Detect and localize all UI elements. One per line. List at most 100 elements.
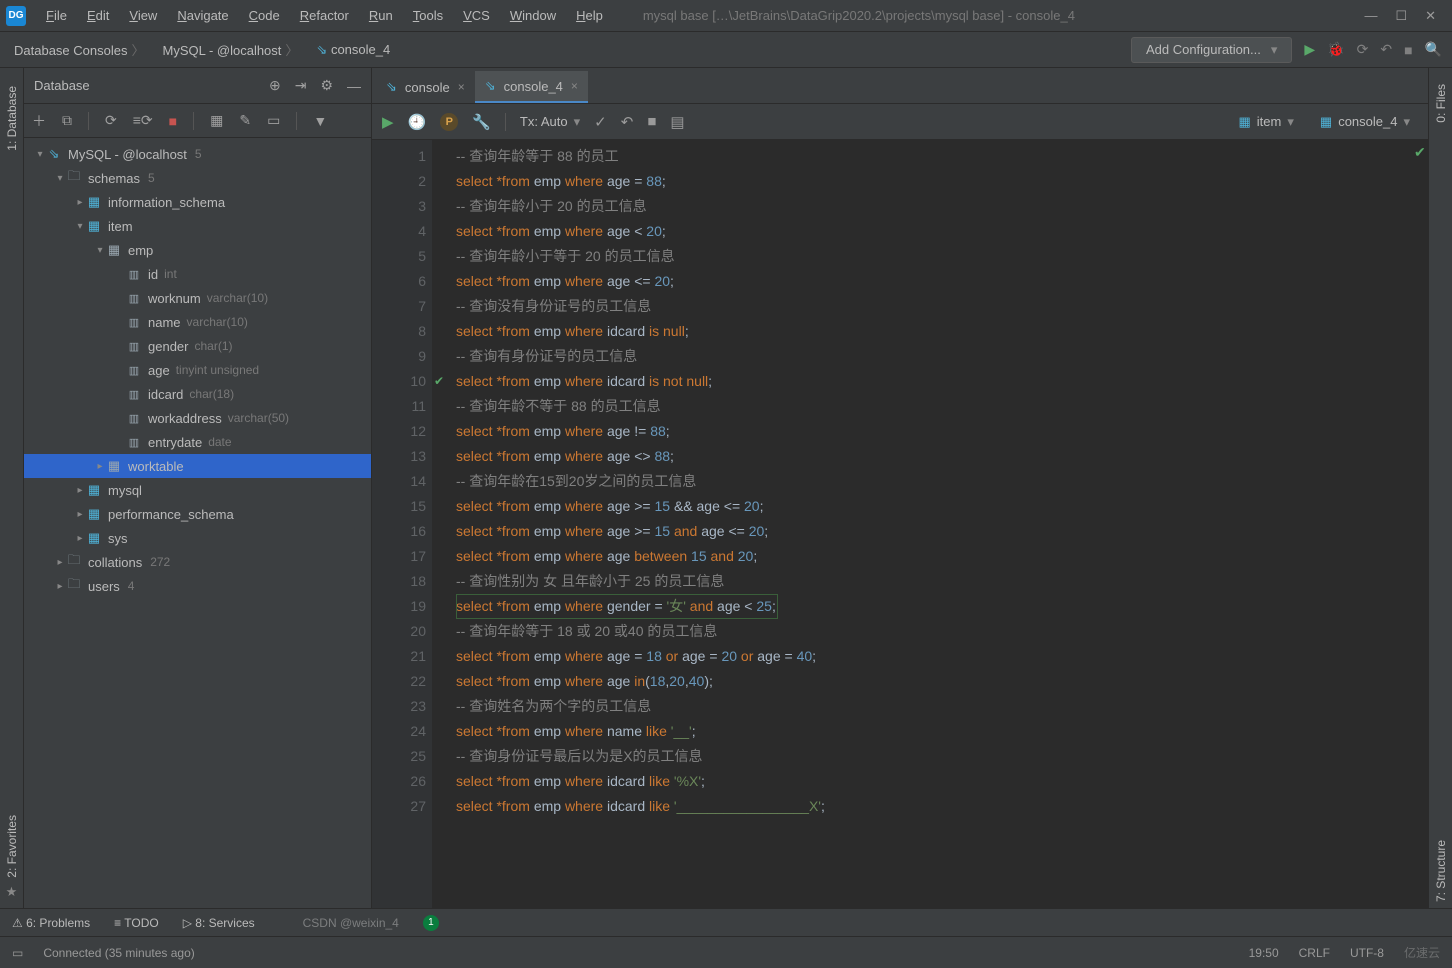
menu-tools[interactable]: Tools bbox=[403, 4, 453, 27]
code-line-13[interactable]: select *from emp where age <> 88; bbox=[456, 444, 1428, 469]
tree-node-name[interactable]: ▥namevarchar(10) bbox=[24, 310, 371, 334]
ddl-icon[interactable]: ▭ bbox=[267, 112, 280, 129]
code-line-20[interactable]: -- 查询年龄等于 18 或 20 或40 的员工信息 bbox=[456, 619, 1428, 644]
sync-icon[interactable]: ≡⟳ bbox=[133, 112, 153, 129]
hide-panel-icon[interactable]: — bbox=[347, 78, 361, 94]
update-icon[interactable]: ⟳ bbox=[1357, 41, 1369, 58]
commit-icon[interactable]: ✓ bbox=[594, 113, 607, 131]
tree-node-performance-schema[interactable]: ▸▦performance_schema bbox=[24, 502, 371, 526]
layout-icon[interactable]: ▤ bbox=[670, 113, 684, 131]
menu-run[interactable]: Run bbox=[359, 4, 403, 27]
close-icon[interactable]: ✕ bbox=[1425, 8, 1436, 24]
rollback-icon[interactable]: ↶ bbox=[1380, 41, 1392, 58]
todo-tab[interactable]: ≡ TODO bbox=[114, 916, 159, 930]
breadcrumb[interactable]: Database Consoles bbox=[10, 38, 152, 61]
menu-navigate[interactable]: Navigate bbox=[167, 4, 238, 27]
minimize-icon[interactable]: — bbox=[1364, 8, 1377, 24]
tab-close-icon[interactable]: × bbox=[571, 79, 578, 93]
tab-close-icon[interactable]: × bbox=[458, 80, 465, 94]
menu-view[interactable]: View bbox=[119, 4, 167, 27]
line-ending[interactable]: CRLF bbox=[1299, 946, 1330, 960]
search-icon[interactable]: 🔍 bbox=[1425, 41, 1442, 58]
tree-node-collations[interactable]: ▸🗀collations272 bbox=[24, 550, 371, 574]
tree-node-entrydate[interactable]: ▥entrydatedate bbox=[24, 430, 371, 454]
new-icon[interactable]: ＋ bbox=[32, 111, 46, 131]
code-line-24[interactable]: select *from emp where name like '__'; bbox=[456, 719, 1428, 744]
code-line-18[interactable]: -- 查询性别为 女 且年龄小于 25 的员工信息 bbox=[456, 569, 1428, 594]
tree-node-schemas[interactable]: ▾🗀schemas5 bbox=[24, 166, 371, 190]
code-line-1[interactable]: -- 查询年龄等于 88 的员工 bbox=[456, 144, 1428, 169]
menu-vcs[interactable]: VCS bbox=[453, 4, 500, 27]
table-view-icon[interactable]: ▦ bbox=[210, 112, 223, 129]
menu-window[interactable]: Window bbox=[500, 4, 566, 27]
tree-node-information-schema[interactable]: ▸▦information_schema bbox=[24, 190, 371, 214]
breadcrumb[interactable]: MySQL - @localhost bbox=[158, 38, 306, 61]
bug-icon[interactable]: 🐞 bbox=[1327, 41, 1344, 58]
tree-node-worknum[interactable]: ▥worknumvarchar(10) bbox=[24, 286, 371, 310]
code-line-15[interactable]: select *from emp where age >= 15 && age … bbox=[456, 494, 1428, 519]
tree-node-age[interactable]: ▥agetinyint unsigned bbox=[24, 358, 371, 382]
code-line-23[interactable]: -- 查询姓名为两个字的员工信息 bbox=[456, 694, 1428, 719]
code-line-9[interactable]: -- 查询有身份证号的员工信息 bbox=[456, 344, 1428, 369]
code-line-19[interactable]: select *from emp where gender = '女' and … bbox=[456, 594, 778, 619]
tx-mode-dropdown[interactable]: Tx: Auto ▾ bbox=[520, 114, 580, 130]
menu-file[interactable]: File bbox=[36, 4, 77, 27]
tree-node-sys[interactable]: ▸▦sys bbox=[24, 526, 371, 550]
menu-refactor[interactable]: Refactor bbox=[290, 4, 359, 27]
code-editor[interactable]: 12345678910✔1112131415161718192021222324… bbox=[372, 140, 1428, 908]
tree-node-worktable[interactable]: ▸▦worktable bbox=[24, 454, 371, 478]
breadcrumb[interactable]: ⇘ console_4 bbox=[312, 40, 394, 60]
sidebar-tab-database[interactable]: 1: Database bbox=[5, 80, 19, 157]
menu-help[interactable]: Help bbox=[566, 4, 613, 27]
stop-icon[interactable]: ■ bbox=[1404, 42, 1412, 58]
refresh-icon[interactable]: ⟳ bbox=[105, 112, 117, 129]
code-line-11[interactable]: -- 查询年龄不等于 88 的员工信息 bbox=[456, 394, 1428, 419]
tree-node-mysql[interactable]: ▸▦mysql bbox=[24, 478, 371, 502]
tree-node-emp[interactable]: ▾▦emp bbox=[24, 238, 371, 262]
code-line-14[interactable]: -- 查询年龄在15到20岁之间的员工信息 bbox=[456, 469, 1428, 494]
tab-console-4[interactable]: ⇘console_4× bbox=[475, 71, 588, 103]
tree-node-workaddress[interactable]: ▥workaddressvarchar(50) bbox=[24, 406, 371, 430]
run-icon[interactable]: ▶ bbox=[1304, 41, 1315, 58]
tree-node-idcard[interactable]: ▥idcardchar(18) bbox=[24, 382, 371, 406]
code-line-17[interactable]: select *from emp where age between 15 an… bbox=[456, 544, 1428, 569]
code-line-3[interactable]: -- 查询年龄小于 20 的员工信息 bbox=[456, 194, 1428, 219]
rollback-icon[interactable]: ↶ bbox=[621, 113, 634, 131]
services-tab[interactable]: ▷ 8: Services bbox=[183, 916, 255, 930]
add-configuration-button[interactable]: Add Configuration...▾ bbox=[1131, 37, 1292, 63]
code-line-5[interactable]: -- 查询年龄小于等于 20 的员工信息 bbox=[456, 244, 1428, 269]
problems-tab[interactable]: ⚠ 6: Problems bbox=[12, 916, 90, 930]
code-line-10[interactable]: select *from emp where idcard is not nul… bbox=[456, 369, 1428, 394]
menu-code[interactable]: Code bbox=[239, 4, 290, 27]
code-line-21[interactable]: select *from emp where age = 18 or age =… bbox=[456, 644, 1428, 669]
scroll-from-source-icon[interactable]: ⊕ bbox=[269, 77, 281, 94]
edit-icon[interactable]: ✎ bbox=[239, 112, 251, 129]
code-line-26[interactable]: select *from emp where idcard like '%X'; bbox=[456, 769, 1428, 794]
code-line-2[interactable]: select *from emp where age = 88; bbox=[456, 169, 1428, 194]
settings-icon[interactable]: ⚙ bbox=[320, 77, 333, 94]
sidebar-tab-files[interactable]: 0: Files bbox=[1434, 78, 1448, 129]
explain-plan-icon[interactable]: P bbox=[440, 113, 458, 131]
tree-node-mysql-localhost[interactable]: ▾⇘MySQL - @localhost5 bbox=[24, 142, 371, 166]
code-line-8[interactable]: select *from emp where idcard is null; bbox=[456, 319, 1428, 344]
tab-console[interactable]: ⇘console× bbox=[376, 71, 475, 103]
console-selector[interactable]: ▦console_4▾ bbox=[1312, 112, 1418, 132]
code-line-25[interactable]: -- 查询身份证号最后以为是X的员工信息 bbox=[456, 744, 1428, 769]
code-line-22[interactable]: select *from emp where age in(18,20,40); bbox=[456, 669, 1428, 694]
collapse-all-icon[interactable]: ⇥ bbox=[295, 77, 307, 94]
menu-edit[interactable]: Edit bbox=[77, 4, 119, 27]
notification-badge[interactable]: 1 bbox=[423, 915, 439, 931]
code-line-27[interactable]: select *from emp where idcard like '____… bbox=[456, 794, 1428, 819]
history-icon[interactable]: 🕘 bbox=[408, 113, 427, 131]
tree-node-gender[interactable]: ▥genderchar(1) bbox=[24, 334, 371, 358]
code-line-12[interactable]: select *from emp where age != 88; bbox=[456, 419, 1428, 444]
schema-selector[interactable]: ▦item▾ bbox=[1231, 112, 1302, 132]
copy-icon[interactable]: ⧉ bbox=[62, 112, 72, 129]
code-line-6[interactable]: select *from emp where age <= 20; bbox=[456, 269, 1428, 294]
wrench-icon[interactable]: 🔧 bbox=[472, 113, 491, 131]
sidebar-tab-favorites[interactable]: 2: Favorites bbox=[5, 809, 19, 884]
tree-node-id[interactable]: ▥idint bbox=[24, 262, 371, 286]
maximize-icon[interactable]: ☐ bbox=[1395, 8, 1407, 24]
code-line-7[interactable]: -- 查询没有身份证号的员工信息 bbox=[456, 294, 1428, 319]
tree-node-item[interactable]: ▾▦item bbox=[24, 214, 371, 238]
